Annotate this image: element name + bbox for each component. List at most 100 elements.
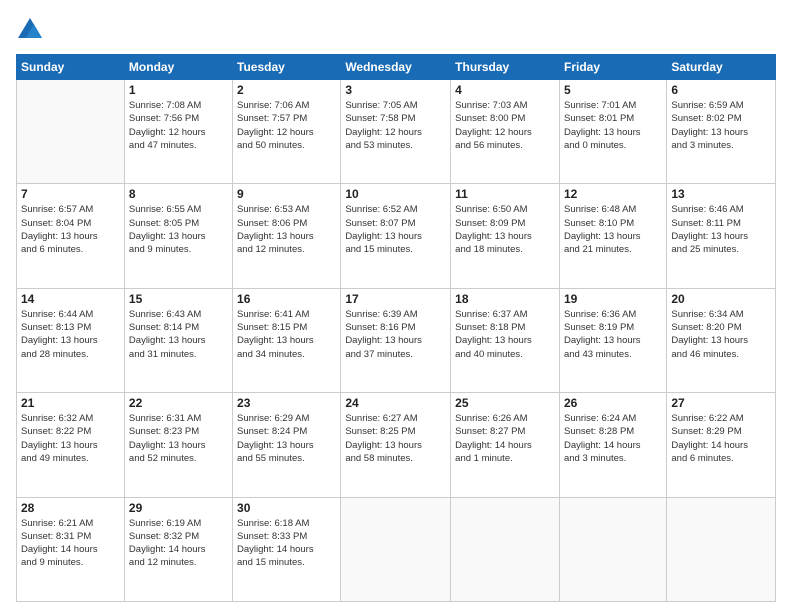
day-info: Sunrise: 6:52 AM Sunset: 8:07 PM Dayligh…: [345, 203, 446, 256]
calendar-header-row: SundayMondayTuesdayWednesdayThursdayFrid…: [17, 55, 776, 80]
day-info: Sunrise: 6:32 AM Sunset: 8:22 PM Dayligh…: [21, 412, 120, 465]
day-info: Sunrise: 6:48 AM Sunset: 8:10 PM Dayligh…: [564, 203, 662, 256]
day-info: Sunrise: 6:36 AM Sunset: 8:19 PM Dayligh…: [564, 308, 662, 361]
day-number: 1: [129, 83, 228, 97]
day-info: Sunrise: 6:43 AM Sunset: 8:14 PM Dayligh…: [129, 308, 228, 361]
calendar-header-friday: Friday: [559, 55, 666, 80]
day-number: 19: [564, 292, 662, 306]
calendar-cell: 3 Sunrise: 7:05 AM Sunset: 7:58 PM Daylig…: [341, 80, 451, 184]
day-number: 15: [129, 292, 228, 306]
calendar-cell: [559, 497, 666, 601]
day-info: Sunrise: 6:31 AM Sunset: 8:23 PM Dayligh…: [129, 412, 228, 465]
day-info: Sunrise: 6:22 AM Sunset: 8:29 PM Dayligh…: [671, 412, 771, 465]
day-number: 17: [345, 292, 446, 306]
calendar-cell: 30Sunrise: 6:18 AM Sunset: 8:33 PM Dayli…: [233, 497, 341, 601]
day-info: Sunrise: 6:24 AM Sunset: 8:28 PM Dayligh…: [564, 412, 662, 465]
day-info: Sunrise: 6:26 AM Sunset: 8:27 PM Dayligh…: [455, 412, 555, 465]
day-info: Sunrise: 6:37 AM Sunset: 8:18 PM Dayligh…: [455, 308, 555, 361]
calendar-week-row: 21Sunrise: 6:32 AM Sunset: 8:22 PM Dayli…: [17, 393, 776, 497]
header: [16, 16, 776, 44]
calendar-week-row: 14 Sunrise: 6:44 AM Sunset: 8:13 PM Dayli…: [17, 288, 776, 392]
day-number: 2: [237, 83, 336, 97]
day-number: 20: [671, 292, 771, 306]
calendar-cell: 4Sunrise: 7:03 AM Sunset: 8:00 PM Daylig…: [451, 80, 560, 184]
calendar-cell: 1 Sunrise: 7:08 AM Sunset: 7:56 PM Daylig…: [124, 80, 232, 184]
calendar-cell: 6 Sunrise: 6:59 AM Sunset: 8:02 PM Daylig…: [667, 80, 776, 184]
day-number: 22: [129, 396, 228, 410]
calendar-cell: 12 Sunrise: 6:48 AM Sunset: 8:10 PM Dayli…: [559, 184, 666, 288]
calendar-cell: 27 Sunrise: 6:22 AM Sunset: 8:29 PM Dayli…: [667, 393, 776, 497]
day-info: Sunrise: 7:03 AM Sunset: 8:00 PM Dayligh…: [455, 99, 555, 152]
calendar-cell: 29 Sunrise: 6:19 AM Sunset: 8:32 PM Dayli…: [124, 497, 232, 601]
day-number: 8: [129, 187, 228, 201]
day-info: Sunrise: 6:41 AM Sunset: 8:15 PM Dayligh…: [237, 308, 336, 361]
day-info: Sunrise: 6:39 AM Sunset: 8:16 PM Dayligh…: [345, 308, 446, 361]
logo: [16, 16, 46, 44]
day-number: 9: [237, 187, 336, 201]
calendar-cell: 7Sunrise: 6:57 AM Sunset: 8:04 PM Daylig…: [17, 184, 125, 288]
day-info: Sunrise: 6:27 AM Sunset: 8:25 PM Dayligh…: [345, 412, 446, 465]
day-number: 27: [671, 396, 771, 410]
calendar-cell: 14 Sunrise: 6:44 AM Sunset: 8:13 PM Dayli…: [17, 288, 125, 392]
day-info: Sunrise: 7:08 AM Sunset: 7:56 PM Dayligh…: [129, 99, 228, 152]
day-number: 26: [564, 396, 662, 410]
day-number: 12: [564, 187, 662, 201]
calendar-cell: 21Sunrise: 6:32 AM Sunset: 8:22 PM Dayli…: [17, 393, 125, 497]
day-info: Sunrise: 6:50 AM Sunset: 8:09 PM Dayligh…: [455, 203, 555, 256]
calendar-week-row: 28 Sunrise: 6:21 AM Sunset: 8:31 PM Dayli…: [17, 497, 776, 601]
day-number: 11: [455, 187, 555, 201]
calendar-cell: 17 Sunrise: 6:39 AM Sunset: 8:16 PM Dayli…: [341, 288, 451, 392]
calendar-header-monday: Monday: [124, 55, 232, 80]
calendar-cell: 22 Sunrise: 6:31 AM Sunset: 8:23 PM Dayli…: [124, 393, 232, 497]
calendar-cell: 24 Sunrise: 6:27 AM Sunset: 8:25 PM Dayli…: [341, 393, 451, 497]
calendar-header-sunday: Sunday: [17, 55, 125, 80]
day-number: 6: [671, 83, 771, 97]
day-info: Sunrise: 6:46 AM Sunset: 8:11 PM Dayligh…: [671, 203, 771, 256]
calendar-cell: 5 Sunrise: 7:01 AM Sunset: 8:01 PM Daylig…: [559, 80, 666, 184]
calendar-week-row: 7Sunrise: 6:57 AM Sunset: 8:04 PM Daylig…: [17, 184, 776, 288]
day-info: Sunrise: 6:29 AM Sunset: 8:24 PM Dayligh…: [237, 412, 336, 465]
day-info: Sunrise: 7:01 AM Sunset: 8:01 PM Dayligh…: [564, 99, 662, 152]
day-number: 29: [129, 501, 228, 515]
calendar-cell: 8 Sunrise: 6:55 AM Sunset: 8:05 PM Daylig…: [124, 184, 232, 288]
calendar-cell: 10 Sunrise: 6:52 AM Sunset: 8:07 PM Dayli…: [341, 184, 451, 288]
day-info: Sunrise: 6:44 AM Sunset: 8:13 PM Dayligh…: [21, 308, 120, 361]
calendar-header-thursday: Thursday: [451, 55, 560, 80]
logo-icon: [16, 16, 44, 44]
day-number: 5: [564, 83, 662, 97]
day-number: 25: [455, 396, 555, 410]
calendar-header-tuesday: Tuesday: [233, 55, 341, 80]
day-info: Sunrise: 7:05 AM Sunset: 7:58 PM Dayligh…: [345, 99, 446, 152]
calendar-cell: 28 Sunrise: 6:21 AM Sunset: 8:31 PM Dayli…: [17, 497, 125, 601]
day-number: 18: [455, 292, 555, 306]
calendar-header-wednesday: Wednesday: [341, 55, 451, 80]
day-info: Sunrise: 6:21 AM Sunset: 8:31 PM Dayligh…: [21, 517, 120, 570]
day-number: 10: [345, 187, 446, 201]
day-info: Sunrise: 6:59 AM Sunset: 8:02 PM Dayligh…: [671, 99, 771, 152]
day-number: 14: [21, 292, 120, 306]
calendar-cell: 20 Sunrise: 6:34 AM Sunset: 8:20 PM Dayli…: [667, 288, 776, 392]
calendar-cell: 23 Sunrise: 6:29 AM Sunset: 8:24 PM Dayli…: [233, 393, 341, 497]
day-info: Sunrise: 7:06 AM Sunset: 7:57 PM Dayligh…: [237, 99, 336, 152]
calendar-cell: 15 Sunrise: 6:43 AM Sunset: 8:14 PM Dayli…: [124, 288, 232, 392]
day-info: Sunrise: 6:53 AM Sunset: 8:06 PM Dayligh…: [237, 203, 336, 256]
day-number: 7: [21, 187, 120, 201]
calendar-cell: 16Sunrise: 6:41 AM Sunset: 8:15 PM Dayli…: [233, 288, 341, 392]
day-number: 13: [671, 187, 771, 201]
calendar-cell: 18 Sunrise: 6:37 AM Sunset: 8:18 PM Dayli…: [451, 288, 560, 392]
day-number: 30: [237, 501, 336, 515]
calendar-cell: 26 Sunrise: 6:24 AM Sunset: 8:28 PM Dayli…: [559, 393, 666, 497]
day-number: 24: [345, 396, 446, 410]
day-info: Sunrise: 6:34 AM Sunset: 8:20 PM Dayligh…: [671, 308, 771, 361]
page: SundayMondayTuesdayWednesdayThursdayFrid…: [0, 0, 792, 612]
day-info: Sunrise: 6:19 AM Sunset: 8:32 PM Dayligh…: [129, 517, 228, 570]
calendar-table: SundayMondayTuesdayWednesdayThursdayFrid…: [16, 54, 776, 602]
day-info: Sunrise: 6:55 AM Sunset: 8:05 PM Dayligh…: [129, 203, 228, 256]
day-number: 28: [21, 501, 120, 515]
day-number: 3: [345, 83, 446, 97]
calendar-cell: 2 Sunrise: 7:06 AM Sunset: 7:57 PM Daylig…: [233, 80, 341, 184]
calendar-cell: 25 Sunrise: 6:26 AM Sunset: 8:27 PM Dayli…: [451, 393, 560, 497]
calendar-cell: [667, 497, 776, 601]
calendar-cell: 13 Sunrise: 6:46 AM Sunset: 8:11 PM Dayli…: [667, 184, 776, 288]
day-number: 23: [237, 396, 336, 410]
